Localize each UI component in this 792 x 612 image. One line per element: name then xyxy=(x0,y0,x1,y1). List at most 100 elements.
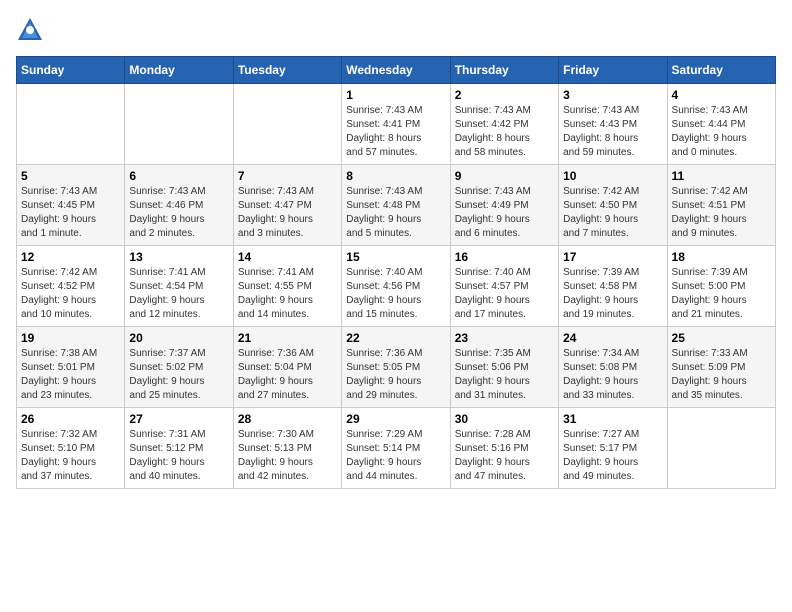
day-info: Sunrise: 7:38 AM Sunset: 5:01 PM Dayligh… xyxy=(21,347,120,403)
day-info: Sunrise: 7:43 AM Sunset: 4:46 PM Dayligh… xyxy=(129,185,228,241)
day-info: Sunrise: 7:36 AM Sunset: 5:04 PM Dayligh… xyxy=(238,347,337,403)
weekday-header-friday: Friday xyxy=(559,57,667,84)
calendar-week-3: 12 Sunrise: 7:42 AM Sunset: 4:52 PM Dayli… xyxy=(17,246,776,327)
day-number: 10 xyxy=(563,169,662,183)
day-info: Sunrise: 7:41 AM Sunset: 4:54 PM Dayligh… xyxy=(129,266,228,322)
calendar-week-1: 1Sunrise: 7:43 AM Sunset: 4:41 PM Daylig… xyxy=(17,84,776,165)
calendar-cell: 21Sunrise: 7:36 AM Sunset: 5:04 PM Dayli… xyxy=(233,327,341,408)
day-info: Sunrise: 7:43 AM Sunset: 4:41 PM Dayligh… xyxy=(346,104,445,160)
day-info: Sunrise: 7:30 AM Sunset: 5:13 PM Dayligh… xyxy=(238,428,337,484)
day-info: Sunrise: 7:43 AM Sunset: 4:49 PM Dayligh… xyxy=(455,185,554,241)
day-number: 26 xyxy=(21,412,120,426)
weekday-header-saturday: Saturday xyxy=(667,57,775,84)
day-number: 24 xyxy=(563,331,662,345)
day-number: 17 xyxy=(563,250,662,264)
day-info: Sunrise: 7:42 AM Sunset: 4:50 PM Dayligh… xyxy=(563,185,662,241)
day-number: 7 xyxy=(238,169,337,183)
calendar-cell: 6 Sunrise: 7:43 AM Sunset: 4:46 PM Daylig… xyxy=(125,165,233,246)
day-number: 19 xyxy=(21,331,120,345)
calendar-cell: 8 Sunrise: 7:43 AM Sunset: 4:48 PM Daylig… xyxy=(342,165,450,246)
calendar-cell: 31 Sunrise: 7:27 AM Sunset: 5:17 PM Dayli… xyxy=(559,408,667,489)
day-info: Sunrise: 7:43 AM Sunset: 4:48 PM Dayligh… xyxy=(346,185,445,241)
day-number: 29 xyxy=(346,412,445,426)
calendar-cell: 3Sunrise: 7:43 AM Sunset: 4:43 PM Daylig… xyxy=(559,84,667,165)
calendar-cell: 29 Sunrise: 7:29 AM Sunset: 5:14 PM Dayli… xyxy=(342,408,450,489)
day-number: 31 xyxy=(563,412,662,426)
day-number: 5 xyxy=(21,169,120,183)
calendar-cell: 18 Sunrise: 7:39 AM Sunset: 5:00 PM Dayli… xyxy=(667,246,775,327)
day-number: 14 xyxy=(238,250,337,264)
calendar-cell: 25 Sunrise: 7:33 AM Sunset: 5:09 PM Dayli… xyxy=(667,327,775,408)
day-number: 12 xyxy=(21,250,120,264)
calendar-cell: 20Sunrise: 7:37 AM Sunset: 5:02 PM Dayli… xyxy=(125,327,233,408)
calendar-cell: 17 Sunrise: 7:39 AM Sunset: 4:58 PM Dayli… xyxy=(559,246,667,327)
day-number: 22 xyxy=(346,331,445,345)
day-info: Sunrise: 7:43 AM Sunset: 4:42 PM Dayligh… xyxy=(455,104,554,160)
day-number: 6 xyxy=(129,169,228,183)
day-info: Sunrise: 7:32 AM Sunset: 5:10 PM Dayligh… xyxy=(21,428,120,484)
weekday-header-thursday: Thursday xyxy=(450,57,558,84)
day-number: 25 xyxy=(672,331,771,345)
calendar-cell: 22 Sunrise: 7:36 AM Sunset: 5:05 PM Dayli… xyxy=(342,327,450,408)
day-info: Sunrise: 7:34 AM Sunset: 5:08 PM Dayligh… xyxy=(563,347,662,403)
calendar-body: 1Sunrise: 7:43 AM Sunset: 4:41 PM Daylig… xyxy=(17,84,776,489)
day-number: 13 xyxy=(129,250,228,264)
calendar-cell: 16Sunrise: 7:40 AM Sunset: 4:57 PM Dayli… xyxy=(450,246,558,327)
day-info: Sunrise: 7:29 AM Sunset: 5:14 PM Dayligh… xyxy=(346,428,445,484)
calendar-week-2: 5Sunrise: 7:43 AM Sunset: 4:45 PM Daylig… xyxy=(17,165,776,246)
day-info: Sunrise: 7:42 AM Sunset: 4:51 PM Dayligh… xyxy=(672,185,771,241)
day-number: 23 xyxy=(455,331,554,345)
weekday-header-wednesday: Wednesday xyxy=(342,57,450,84)
weekday-header-monday: Monday xyxy=(125,57,233,84)
day-number: 27 xyxy=(129,412,228,426)
calendar-cell: 28 Sunrise: 7:30 AM Sunset: 5:13 PM Dayli… xyxy=(233,408,341,489)
day-info: Sunrise: 7:27 AM Sunset: 5:17 PM Dayligh… xyxy=(563,428,662,484)
day-info: Sunrise: 7:40 AM Sunset: 4:56 PM Dayligh… xyxy=(346,266,445,322)
calendar-cell: 14 Sunrise: 7:41 AM Sunset: 4:55 PM Dayli… xyxy=(233,246,341,327)
page-header xyxy=(16,16,776,44)
calendar-cell: 23Sunrise: 7:35 AM Sunset: 5:06 PM Dayli… xyxy=(450,327,558,408)
day-info: Sunrise: 7:39 AM Sunset: 5:00 PM Dayligh… xyxy=(672,266,771,322)
calendar-cell: 19 Sunrise: 7:38 AM Sunset: 5:01 PM Dayli… xyxy=(17,327,125,408)
calendar-cell: 12 Sunrise: 7:42 AM Sunset: 4:52 PM Dayli… xyxy=(17,246,125,327)
calendar-cell xyxy=(125,84,233,165)
day-number: 11 xyxy=(672,169,771,183)
calendar-cell xyxy=(667,408,775,489)
calendar-cell: 7 Sunrise: 7:43 AM Sunset: 4:47 PM Daylig… xyxy=(233,165,341,246)
day-number: 30 xyxy=(455,412,554,426)
calendar-cell xyxy=(17,84,125,165)
day-number: 2 xyxy=(455,88,554,102)
day-number: 4 xyxy=(672,88,771,102)
calendar-cell: 15 Sunrise: 7:40 AM Sunset: 4:56 PM Dayli… xyxy=(342,246,450,327)
calendar-cell: 30Sunrise: 7:28 AM Sunset: 5:16 PM Dayli… xyxy=(450,408,558,489)
day-info: Sunrise: 7:31 AM Sunset: 5:12 PM Dayligh… xyxy=(129,428,228,484)
day-number: 15 xyxy=(346,250,445,264)
logo-icon xyxy=(16,16,44,44)
day-info: Sunrise: 7:42 AM Sunset: 4:52 PM Dayligh… xyxy=(21,266,120,322)
day-number: 18 xyxy=(672,250,771,264)
calendar-week-5: 26 Sunrise: 7:32 AM Sunset: 5:10 PM Dayli… xyxy=(17,408,776,489)
day-info: Sunrise: 7:43 AM Sunset: 4:44 PM Dayligh… xyxy=(672,104,771,160)
day-info: Sunrise: 7:41 AM Sunset: 4:55 PM Dayligh… xyxy=(238,266,337,322)
calendar-cell: 5Sunrise: 7:43 AM Sunset: 4:45 PM Daylig… xyxy=(17,165,125,246)
day-number: 8 xyxy=(346,169,445,183)
calendar-cell xyxy=(233,84,341,165)
calendar-cell: 2 Sunrise: 7:43 AM Sunset: 4:42 PM Daylig… xyxy=(450,84,558,165)
day-number: 20 xyxy=(129,331,228,345)
day-info: Sunrise: 7:39 AM Sunset: 4:58 PM Dayligh… xyxy=(563,266,662,322)
calendar-week-4: 19 Sunrise: 7:38 AM Sunset: 5:01 PM Dayli… xyxy=(17,327,776,408)
day-info: Sunrise: 7:43 AM Sunset: 4:43 PM Dayligh… xyxy=(563,104,662,160)
weekday-row: SundayMondayTuesdayWednesdayThursdayFrid… xyxy=(17,57,776,84)
calendar-table: SundayMondayTuesdayWednesdayThursdayFrid… xyxy=(16,56,776,489)
day-info: Sunrise: 7:40 AM Sunset: 4:57 PM Dayligh… xyxy=(455,266,554,322)
weekday-header-tuesday: Tuesday xyxy=(233,57,341,84)
day-number: 28 xyxy=(238,412,337,426)
day-info: Sunrise: 7:33 AM Sunset: 5:09 PM Dayligh… xyxy=(672,347,771,403)
calendar-cell: 1Sunrise: 7:43 AM Sunset: 4:41 PM Daylig… xyxy=(342,84,450,165)
day-info: Sunrise: 7:36 AM Sunset: 5:05 PM Dayligh… xyxy=(346,347,445,403)
day-number: 9 xyxy=(455,169,554,183)
calendar-cell: 13 Sunrise: 7:41 AM Sunset: 4:54 PM Dayli… xyxy=(125,246,233,327)
calendar-cell: 27 Sunrise: 7:31 AM Sunset: 5:12 PM Dayli… xyxy=(125,408,233,489)
calendar-cell: 9 Sunrise: 7:43 AM Sunset: 4:49 PM Daylig… xyxy=(450,165,558,246)
day-info: Sunrise: 7:43 AM Sunset: 4:47 PM Dayligh… xyxy=(238,185,337,241)
